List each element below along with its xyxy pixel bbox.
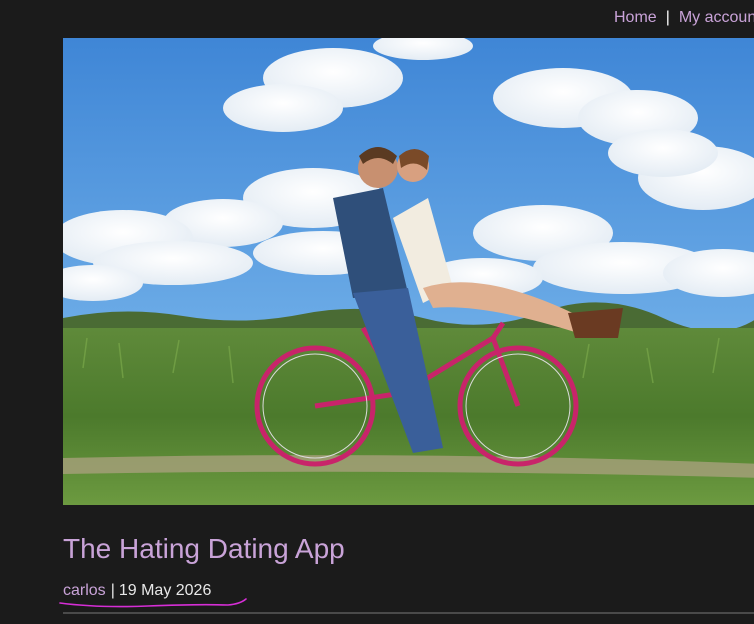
hero-illustration [63,38,754,505]
my-account-link[interactable]: My account [679,9,754,26]
home-link[interactable]: Home [614,9,657,26]
top-navigation: Home | My account [0,0,754,36]
post-divider [63,612,754,614]
post-title: The Hating Dating App [63,533,345,564]
post-hero-image [63,38,754,505]
nav-separator: | [665,9,670,26]
nav-links: Home | My account [614,9,754,27]
handwritten-underline-annotation [59,598,247,608]
